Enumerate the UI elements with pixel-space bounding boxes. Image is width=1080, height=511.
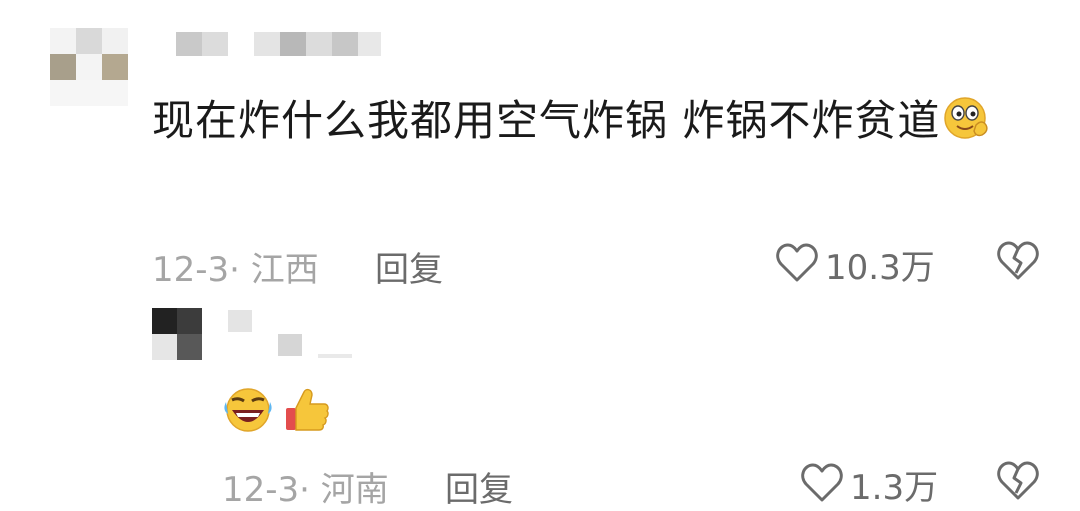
rolling-on-floor-laughing-emoji [222,386,274,438]
reply-content [222,386,330,438]
username-redacted[interactable] [176,32,381,56]
like-count: 10.3万 [825,248,935,288]
avatar[interactable] [50,28,128,106]
smiling-face-with-hand-emoji [942,95,992,158]
reply-username-redacted[interactable] [228,310,352,358]
reply-reply-button[interactable]: 回复 [445,462,513,511]
reply-like-count: 1.3万 [850,468,939,508]
reply-dislike-button[interactable] [996,460,1040,506]
thumbs-up-emoji [284,386,330,438]
reply-avatar[interactable] [152,308,202,360]
reply-like-button[interactable]: 1.3万 [800,460,938,509]
broken-heart-icon [996,241,1040,286]
comment-meta: 12-3· 江西 [152,250,319,290]
reply-meta: 12-3· 河南 [222,470,389,510]
comment-thread: 现在炸什么我都用空气炸锅 炸锅不炸贫道 12-3· 江西 回复 10.3万 12… [0,0,1080,511]
reply-button[interactable]: 回复 [375,242,443,291]
broken-heart-icon [996,461,1040,506]
dislike-button[interactable] [996,240,1040,286]
comment-text: 现在炸什么我都用空气炸锅 炸锅不炸贫道 [152,90,1032,158]
like-button[interactable]: 10.3万 [775,240,935,289]
comment-body: 现在炸什么我都用空气炸锅 炸锅不炸贫道 [152,96,941,145]
heart-outline-icon [775,242,819,288]
heart-outline-icon [800,462,844,508]
